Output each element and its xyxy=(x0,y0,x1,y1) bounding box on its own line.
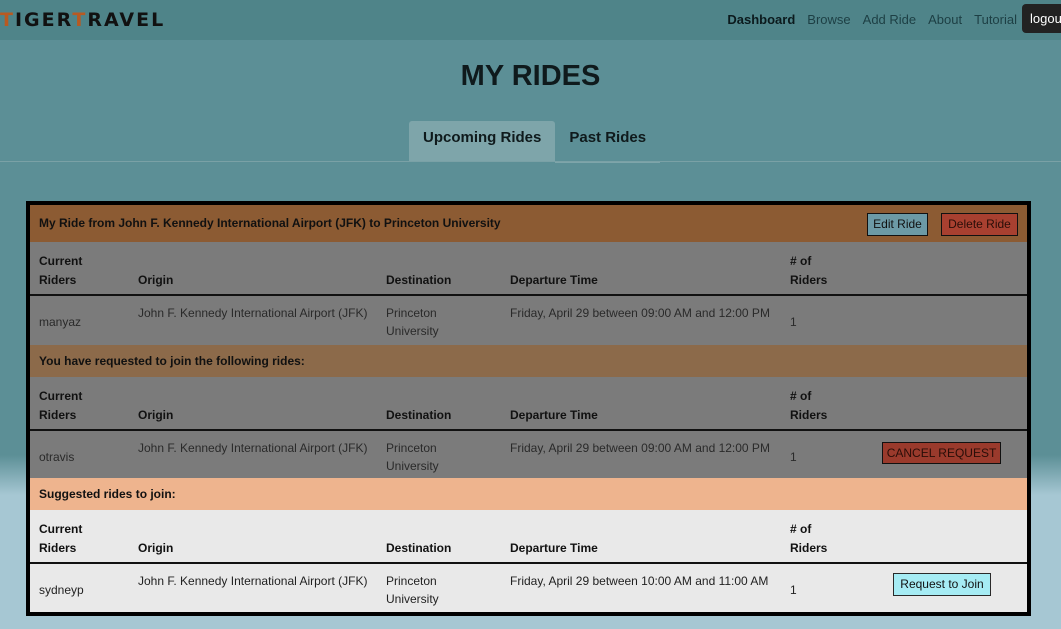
table-header: Current Riders Origin Destination Depart… xyxy=(30,242,1027,296)
requested-header-text: You have requested to join the following… xyxy=(39,354,305,368)
col-num-riders: # of Riders xyxy=(790,254,828,287)
nav-browse[interactable]: Browse xyxy=(807,12,850,27)
row-num-riders: 1 xyxy=(790,450,797,464)
row-rider: sydneyp xyxy=(39,583,84,597)
row-destination: Princeton University xyxy=(386,306,439,338)
suggested-rides-header: Suggested rides to join: xyxy=(30,478,1027,510)
nav-links: Dashboard Browse Add Ride About Tutorial xyxy=(727,12,1017,27)
logout-button[interactable]: logout xyxy=(1022,4,1061,33)
nav-add-ride[interactable]: Add Ride xyxy=(863,12,916,27)
my-ride-table: Current Riders Origin Destination Depart… xyxy=(30,242,1027,345)
table-row: manyaz John F. Kennedy International Air… xyxy=(30,296,1027,345)
row-num-riders: 1 xyxy=(790,583,797,597)
requested-rides-table: Current Riders Origin Destination Depart… xyxy=(30,377,1027,480)
col-origin: Origin xyxy=(138,541,174,555)
row-departure: Friday, April 29 between 10:00 AM and 11… xyxy=(510,574,769,588)
suggested-rides-table: Current Riders Origin Destination Depart… xyxy=(30,510,1027,612)
row-rider: otravis xyxy=(39,450,75,464)
row-num-riders: 1 xyxy=(790,315,797,329)
nav-dashboard[interactable]: Dashboard xyxy=(727,12,795,27)
col-origin: Origin xyxy=(138,273,174,287)
brand-logo-t: T xyxy=(0,9,15,31)
tab-past-rides[interactable]: Past Rides xyxy=(555,121,661,163)
row-origin: John F. Kennedy International Airport (J… xyxy=(138,574,368,588)
edit-ride-button[interactable]: Edit Ride xyxy=(867,213,928,236)
col-departure: Departure Time xyxy=(510,273,598,287)
navbar: TIGERTRAVEL Dashboard Browse Add Ride Ab… xyxy=(0,0,1061,40)
tab-upcoming-rides[interactable]: Upcoming Rides xyxy=(409,121,556,161)
requested-rides-header: You have requested to join the following… xyxy=(30,345,1027,377)
row-departure: Friday, April 29 between 09:00 AM and 12… xyxy=(510,306,770,320)
my-ride-header-text: My Ride from John F. Kennedy Internation… xyxy=(39,216,501,230)
col-departure: Departure Time xyxy=(510,408,598,422)
table-row: sydneyp John F. Kennedy International Ai… xyxy=(30,564,1027,612)
table-row: otravis John F. Kennedy International Ai… xyxy=(30,431,1027,480)
row-destination: Princeton University xyxy=(386,441,439,473)
nav-tutorial[interactable]: Tutorial xyxy=(974,12,1017,27)
col-current-riders: Current Riders xyxy=(39,254,83,287)
brand-logo[interactable]: TIGERTRAVEL xyxy=(0,9,165,31)
tab-divider xyxy=(0,161,1061,162)
col-destination: Destination xyxy=(386,541,452,555)
suggested-header-text: Suggested rides to join: xyxy=(39,487,176,501)
row-rider: manyaz xyxy=(39,315,82,329)
row-destination: Princeton University xyxy=(386,574,439,606)
delete-ride-button[interactable]: Delete Ride xyxy=(941,213,1018,236)
brand-logo-iger: IGER xyxy=(14,9,73,31)
row-origin: John F. Kennedy International Airport (J… xyxy=(138,306,368,320)
col-num-riders: # of Riders xyxy=(790,389,828,422)
brand-logo-ravel: RAVEL xyxy=(87,9,166,31)
rides-panel-inner: My Ride from John F. Kennedy Internation… xyxy=(30,205,1027,612)
col-destination: Destination xyxy=(386,408,452,422)
table-header: Current Riders Origin Destination Depart… xyxy=(30,377,1027,431)
col-num-riders: # of Riders xyxy=(790,522,828,555)
col-current-riders: Current Riders xyxy=(39,389,83,422)
table-header: Current Riders Origin Destination Depart… xyxy=(30,510,1027,564)
request-to-join-button[interactable]: Request to Join xyxy=(893,573,991,596)
rides-panel: My Ride from John F. Kennedy Internation… xyxy=(26,201,1031,616)
row-origin: John F. Kennedy International Airport (J… xyxy=(138,441,368,455)
col-destination: Destination xyxy=(386,273,452,287)
col-origin: Origin xyxy=(138,408,174,422)
page-title: MY RIDES xyxy=(460,60,601,92)
ride-tabs: Upcoming Rides Past Rides xyxy=(409,121,661,163)
col-current-riders: Current Riders xyxy=(39,522,83,555)
row-departure: Friday, April 29 between 09:00 AM and 12… xyxy=(510,441,770,455)
nav-about[interactable]: About xyxy=(928,12,962,27)
brand-logo-t2: T xyxy=(72,9,88,31)
col-departure: Departure Time xyxy=(510,541,598,555)
cancel-request-button[interactable]: CANCEL REQUEST xyxy=(882,442,1001,464)
